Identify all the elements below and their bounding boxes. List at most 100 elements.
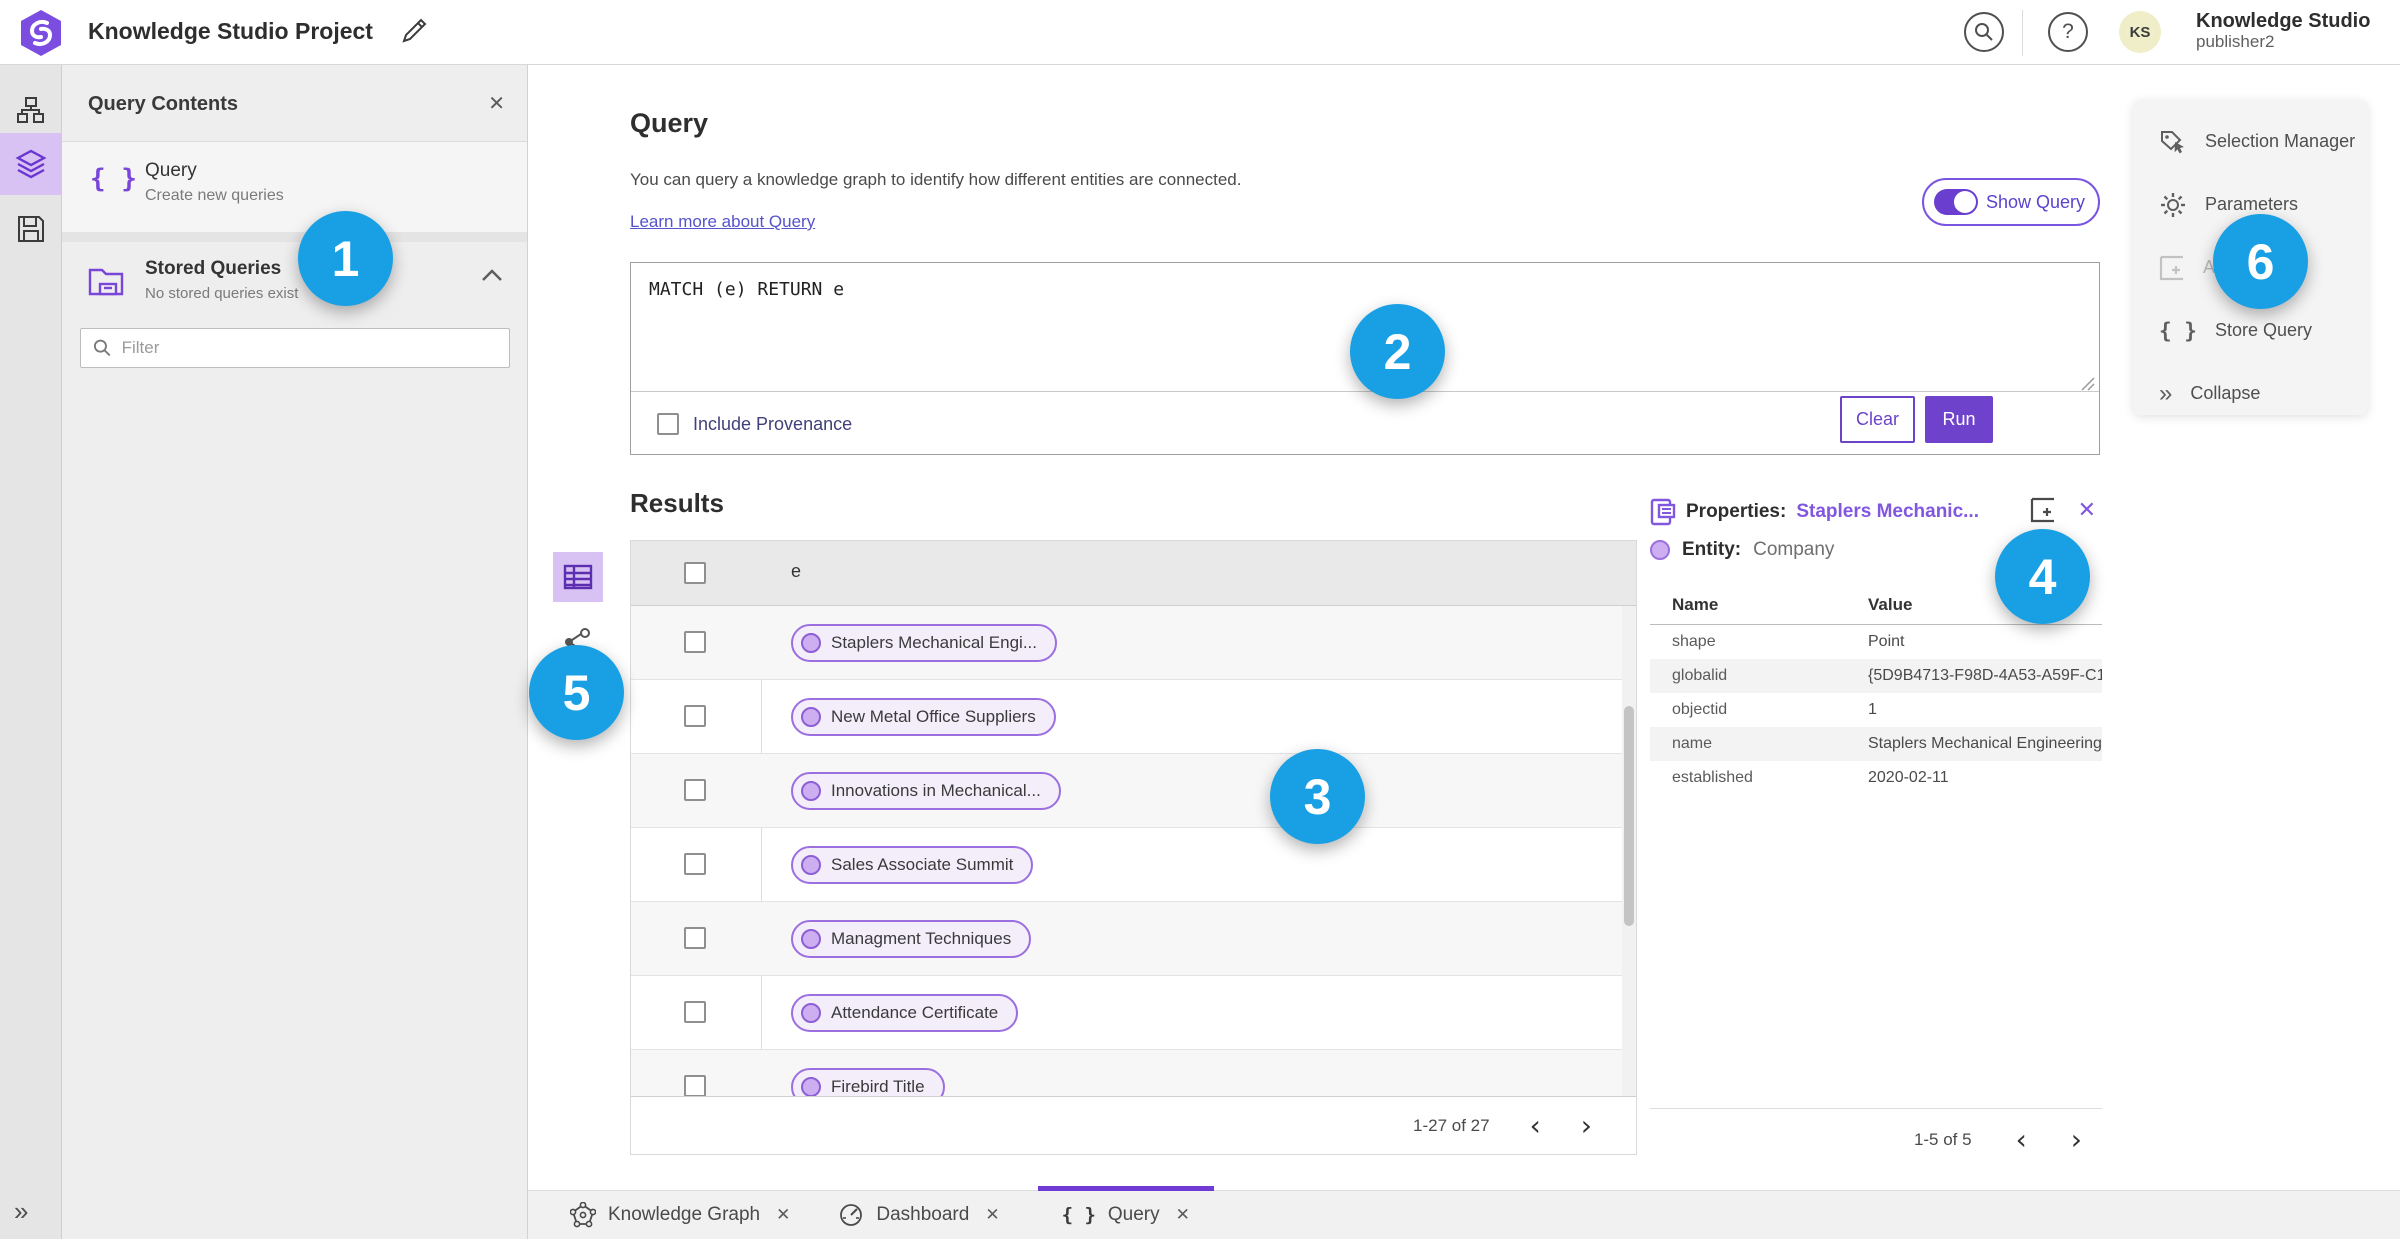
scrollbar-thumb[interactable] xyxy=(1624,706,1634,926)
prop-name: shape xyxy=(1672,633,1716,650)
entity-pill-label: Staplers Mechanical Engi... xyxy=(831,633,1037,652)
table-row: Innovations in Mechanical... xyxy=(631,754,1636,828)
select-all-checkbox[interactable] xyxy=(684,562,706,584)
query-item-title: Query xyxy=(145,160,197,181)
results-table: e Staplers Mechanical Engi... New Metal … xyxy=(630,540,1637,1155)
entity-dot-icon xyxy=(801,781,821,801)
help-button[interactable]: ? xyxy=(2048,12,2088,52)
properties-table: Name Value shape Point globalid {5D9B471… xyxy=(1650,595,2102,795)
entity-value: Company xyxy=(1753,539,1835,560)
properties-close-button[interactable]: ✕ xyxy=(2078,497,2096,523)
prop-next-page-button[interactable]: › xyxy=(2071,1125,2082,1153)
column-header-e: e xyxy=(791,561,802,581)
step-badge-6: 6 xyxy=(2213,214,2308,309)
search-button[interactable] xyxy=(1964,12,2004,52)
tab-query[interactable]: { } Query ✕ xyxy=(1037,1186,1215,1239)
prop-value: Point xyxy=(1868,633,1905,650)
prop-name: globalid xyxy=(1672,667,1728,684)
tab-label: Knowledge Graph xyxy=(608,1204,761,1225)
add-to-map-icon[interactable] xyxy=(2030,497,2056,523)
bottom-tab-bar: Knowledge Graph ✕ Dashboard ✕ { } Query … xyxy=(528,1186,2400,1239)
entity-row: Entity: Company xyxy=(1650,539,1834,561)
query-contents-panel: Query Contents ✕ { } Query Create new qu… xyxy=(62,65,528,1239)
entity-dot-icon xyxy=(801,1077,821,1097)
row-checkbox[interactable] xyxy=(684,779,706,801)
entity-dot-icon xyxy=(801,707,821,727)
tab-label: Query xyxy=(1107,1204,1160,1225)
results-scrollbar[interactable] xyxy=(1622,606,1636,1098)
entity-pill[interactable]: Attendance Certificate xyxy=(791,994,1019,1032)
clear-button[interactable]: Clear xyxy=(1840,396,1915,443)
entity-pill[interactable]: Innovations in Mechanical... xyxy=(791,772,1061,810)
edit-title-icon[interactable] xyxy=(398,17,428,47)
prev-page-button[interactable]: ‹ xyxy=(1530,1111,1541,1139)
row-checkbox[interactable] xyxy=(684,631,706,653)
properties-entity-link[interactable]: Staplers Mechanic... xyxy=(1796,501,1979,523)
entity-pill[interactable]: Staplers Mechanical Engi... xyxy=(791,624,1057,662)
page-title: Query xyxy=(630,108,709,138)
avatar[interactable]: KS xyxy=(2119,11,2161,53)
entity-pill[interactable]: New Metal Office Suppliers xyxy=(791,698,1056,736)
next-page-button[interactable]: › xyxy=(1581,1111,1592,1139)
contents-tool-button[interactable] xyxy=(0,133,62,195)
menu-item-label: Selection Manager xyxy=(2205,131,2356,151)
row-checkbox[interactable] xyxy=(684,927,706,949)
step-badge-4: 4 xyxy=(1995,529,2090,624)
selection-manager-item[interactable]: Selection Manager xyxy=(2133,110,2368,173)
braces-icon: { } xyxy=(1061,1204,1096,1226)
stored-queries-title: Stored Queries xyxy=(145,258,282,279)
close-tab-icon[interactable]: ✕ xyxy=(1176,1205,1190,1225)
properties-header: Properties: Staplers Mechanic... ✕ xyxy=(1650,495,2102,529)
expand-icon: » xyxy=(14,1196,29,1226)
close-tab-icon[interactable]: ✕ xyxy=(776,1205,790,1225)
tab-label: Dashboard xyxy=(876,1204,970,1225)
save-tool-button[interactable] xyxy=(0,198,62,260)
table-icon xyxy=(563,564,593,590)
dashboard-icon xyxy=(840,1204,863,1226)
prop-value: 1 xyxy=(1868,701,1877,718)
top-bar: Knowledge Studio Project ? KS Knowledge … xyxy=(0,0,2400,65)
resize-handle[interactable] xyxy=(2081,377,2095,391)
braces-icon: { } xyxy=(2159,318,2197,343)
include-provenance-checkbox[interactable] xyxy=(657,413,679,435)
filter-input[interactable] xyxy=(121,338,497,358)
user-name: Knowledge Studio xyxy=(2196,10,2371,32)
sidebar-item-query[interactable]: { } Query Create new queries xyxy=(62,142,527,232)
close-tab-icon[interactable]: ✕ xyxy=(985,1205,999,1225)
show-query-toggle[interactable]: Show Query xyxy=(1922,178,2100,226)
store-query-item[interactable]: { } Store Query xyxy=(2133,299,2368,362)
step-badge-1: 1 xyxy=(298,211,393,306)
property-row: shape Point xyxy=(1650,625,2102,659)
step-badge-2: 2 xyxy=(1350,304,1445,399)
collapse-section-chevron[interactable] xyxy=(481,268,503,282)
table-row: Attendance Certificate xyxy=(631,976,1636,1050)
user-info[interactable]: Knowledge Studio publisher2 xyxy=(2196,10,2370,52)
query-code-input[interactable]: MATCH (e) RETURN e xyxy=(649,279,844,300)
sidebar-item-stored-queries[interactable]: Stored Queries No stored queries exist xyxy=(62,242,527,328)
row-checkbox[interactable] xyxy=(684,853,706,875)
schema-icon xyxy=(17,97,44,123)
collapse-item[interactable]: » Collapse xyxy=(2133,362,2368,425)
layers-icon xyxy=(15,149,47,179)
prop-name: name xyxy=(1672,735,1713,752)
entity-pill[interactable]: Managment Techniques xyxy=(791,920,1032,958)
expand-rail-button[interactable]: » xyxy=(14,1196,28,1227)
user-role: publisher2 xyxy=(2196,32,2275,51)
prop-prev-page-button[interactable]: ‹ xyxy=(2016,1125,2027,1153)
filter-field[interactable] xyxy=(80,328,510,368)
chevron-up-icon xyxy=(482,269,502,281)
row-checkbox[interactable] xyxy=(684,705,706,727)
property-row: globalid {5D9B4713-F98D-4A53-A59F-C11... xyxy=(1650,659,2102,693)
step-badge-3: 3 xyxy=(1270,749,1365,844)
braces-icon: { } xyxy=(90,164,137,194)
learn-more-link[interactable]: Learn more about Query xyxy=(630,212,815,232)
table-view-button[interactable] xyxy=(553,552,603,602)
run-button[interactable]: Run xyxy=(1925,396,1993,443)
table-row: Managment Techniques xyxy=(631,902,1636,976)
row-checkbox[interactable] xyxy=(684,1001,706,1023)
panel-close-button[interactable]: ✕ xyxy=(488,91,505,116)
tab-dashboard[interactable]: Dashboard ✕ xyxy=(814,1191,1023,1239)
entity-pill[interactable]: Sales Associate Summit xyxy=(791,846,1034,884)
tab-knowledge-graph[interactable]: Knowledge Graph ✕ xyxy=(546,1191,814,1239)
row-checkbox[interactable] xyxy=(684,1075,706,1097)
